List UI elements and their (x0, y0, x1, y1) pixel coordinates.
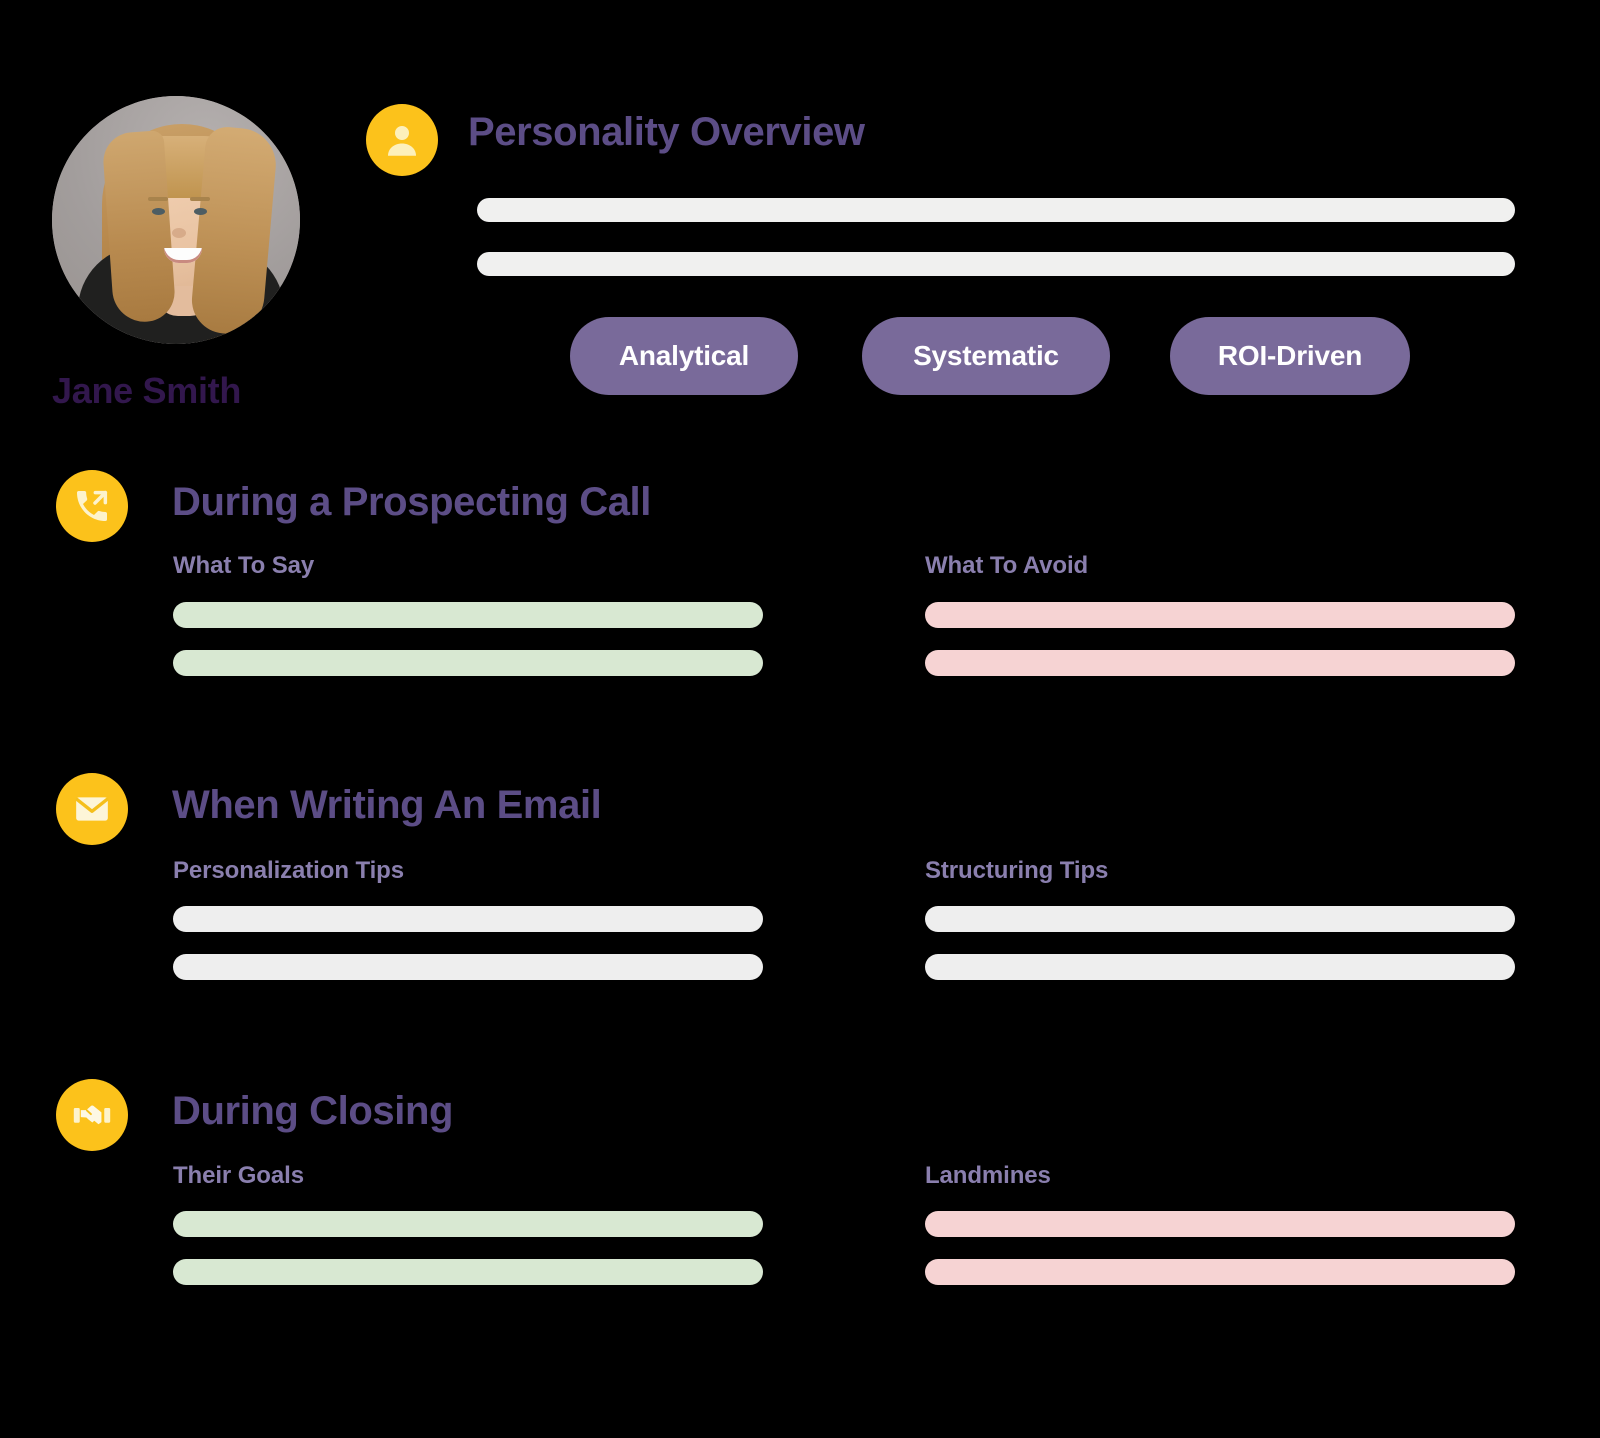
handshake-icon (56, 1079, 128, 1151)
person-icon (366, 104, 438, 176)
placeholder-line (925, 1259, 1515, 1285)
page-title: Personality Overview (468, 110, 865, 154)
trait-pill-analytical[interactable]: Analytical (570, 317, 798, 395)
outgoing-call-icon (56, 470, 128, 542)
avatar (52, 96, 300, 344)
placeholder-line (925, 1211, 1515, 1237)
subheading-landmines: Landmines (925, 1162, 1051, 1189)
placeholder-line (925, 906, 1515, 932)
trait-pill-roi-driven[interactable]: ROI-Driven (1170, 317, 1410, 395)
envelope-icon (56, 773, 128, 845)
placeholder-line (173, 1259, 763, 1285)
profile-name: Jane Smith (52, 370, 242, 411)
overview-placeholder-line (477, 252, 1515, 276)
section-title-during-closing: During Closing (172, 1089, 454, 1133)
subheading-personalization-tips: Personalization Tips (173, 857, 404, 884)
placeholder-line (173, 906, 763, 932)
section-title-writing-email: When Writing An Email (172, 783, 602, 827)
placeholder-line (925, 954, 1515, 980)
overview-placeholder-line (477, 198, 1515, 222)
profile-block: Jane Smith (52, 96, 352, 412)
trait-pill-systematic[interactable]: Systematic (862, 317, 1110, 395)
subheading-what-to-avoid: What To Avoid (925, 552, 1089, 579)
placeholder-line (173, 954, 763, 980)
placeholder-line (173, 1211, 763, 1237)
placeholder-line (173, 602, 763, 628)
placeholder-line (925, 602, 1515, 628)
placeholder-line (925, 650, 1515, 676)
subheading-their-goals: Their Goals (173, 1162, 304, 1189)
subheading-what-to-say: What To Say (173, 552, 315, 579)
subheading-structuring-tips: Structuring Tips (925, 857, 1109, 884)
placeholder-line (173, 650, 763, 676)
section-title-prospecting-call: During a Prospecting Call (172, 480, 651, 524)
